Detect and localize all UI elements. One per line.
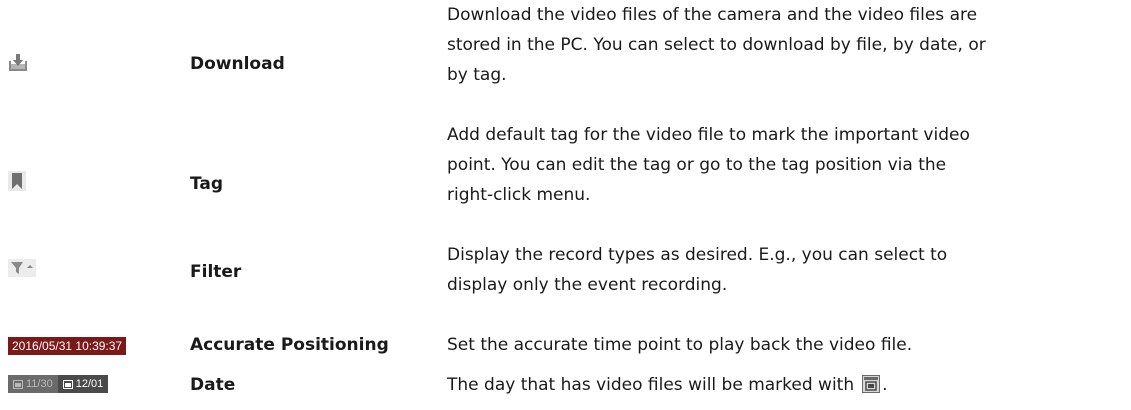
desc-line: stored in the PC. You can select to down… — [447, 35, 986, 55]
row-tag: Tag Add default tag for the video file t… — [0, 120, 1131, 240]
date-current-label: 12/01 — [75, 378, 104, 390]
tag-label: Tag — [190, 174, 224, 194]
tag-description: Add default tag for the video file to ma… — [447, 120, 1117, 210]
timestamp-field[interactable]: 2016/05/31 10:39:37 — [8, 337, 127, 355]
timestamp-value[interactable]: 2016/05/31 10:39:37 — [8, 337, 127, 355]
desc-line: point. You can edit the tag or go to the… — [447, 155, 947, 175]
date-prev-label: 11/30 — [26, 378, 53, 390]
filter-funnel-icon — [8, 259, 36, 277]
desc-line: display only the event recording. — [447, 275, 728, 295]
row-filter: Filter Display the record types as desir… — [0, 240, 1131, 330]
video-calendar-icon — [862, 375, 881, 393]
desc-line: The day that has video files will be mar… — [447, 370, 1117, 400]
calendar-camera-icon — [13, 379, 23, 389]
accurate-positioning-label: Accurate Positioning — [190, 335, 389, 355]
filter-label: Filter — [190, 262, 242, 282]
download-description: Download the video files of the camera a… — [447, 0, 1117, 90]
date-label: Date — [190, 375, 236, 395]
row-date: 11/30 12/01 Date The day that has video … — [0, 370, 1131, 410]
desc-line: Display the record types as desired. E.g… — [447, 245, 948, 265]
download-icon — [8, 52, 28, 72]
row-download: Download Download the video files of the… — [0, 0, 1131, 120]
desc-line: Download the video files of the camera a… — [447, 5, 978, 25]
accurate-positioning-description: Set the accurate time point to play back… — [447, 330, 1117, 360]
date-selector[interactable]: 11/30 12/01 — [8, 375, 109, 393]
date-description: The day that has video files will be mar… — [447, 370, 1117, 400]
desc-line: by tag. — [447, 65, 507, 85]
download-label: Download — [190, 54, 285, 74]
date-current-button[interactable]: 12/01 — [57, 375, 109, 393]
desc-line: Add default tag for the video file to ma… — [447, 125, 970, 145]
bookmark-icon — [8, 171, 26, 191]
date-prev-button[interactable]: 11/30 — [8, 375, 58, 393]
filter-description: Display the record types as desired. E.g… — [447, 240, 1117, 300]
row-accurate-positioning: 2016/05/31 10:39:37 Accurate Positioning… — [0, 330, 1131, 370]
date-desc-period: . — [882, 375, 888, 395]
date-desc-text: The day that has video files will be mar… — [447, 375, 855, 395]
calendar-camera-icon — [62, 379, 73, 389]
desc-line: Set the accurate time point to play back… — [447, 335, 913, 355]
desc-line: right-click menu. — [447, 185, 591, 205]
